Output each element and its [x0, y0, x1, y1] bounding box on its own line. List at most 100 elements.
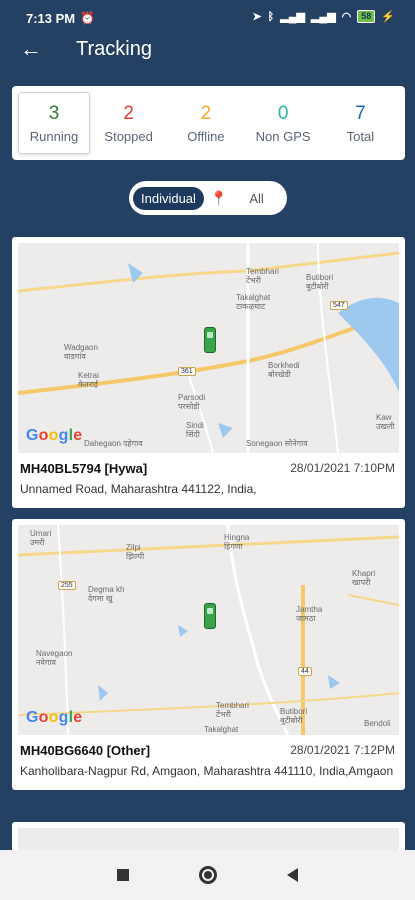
vehicle-datetime: 28/01/2021 7:10PM	[290, 461, 395, 475]
place-label: Hingna	[224, 533, 250, 542]
google-logo: Google	[26, 427, 82, 445]
vehicle-card[interactable]: Umari उमरी Zilpi झिल्पी Hingna हिंगणा Khapr…	[12, 519, 405, 790]
stat-running-count: 3	[48, 102, 60, 124]
view-toggle: Individual 📍 All	[129, 181, 287, 215]
signal-icon: ▂▄▆	[280, 11, 305, 23]
place-label: परसोडी	[178, 402, 200, 411]
place-label: बोरखेडी	[268, 370, 291, 379]
back-icon[interactable]	[287, 868, 298, 882]
stat-running-label: Running	[29, 128, 79, 144]
highway-shield: 44	[298, 667, 312, 676]
vehicle-datetime: 28/01/2021 7:12PM	[290, 743, 395, 757]
logo-letter: G	[26, 709, 39, 726]
vehicle-status-summary: 3 Running 2 Stopped 2 Offline 0 Non GPS …	[12, 86, 405, 160]
vehicle-map[interactable]	[18, 828, 399, 850]
place-label: सिंदी	[186, 430, 200, 439]
logo-letter: e	[73, 709, 83, 726]
vehicle-map[interactable]: Tembhari टेंभरी Butibori बुटीबोरी Takalgha…	[18, 243, 399, 453]
place-label: दहेगाव	[123, 439, 143, 448]
logo-letter: e	[73, 427, 83, 444]
stat-non-gps[interactable]: 0 Non GPS	[245, 92, 322, 154]
highway-shield: 361	[178, 367, 196, 376]
recents-icon[interactable]	[117, 869, 129, 881]
vehicle-card[interactable]: Tembhari टेंभरी Butibori बुटीबोरी Takalgha…	[12, 237, 405, 508]
vehicle-marker[interactable]	[204, 327, 216, 353]
stat-stopped-count: 2	[123, 102, 134, 124]
place-label: Tembhari	[216, 701, 249, 710]
location-icon: ➤	[252, 11, 262, 23]
stat-total-count: 7	[355, 102, 366, 124]
logo-letter: g	[58, 709, 69, 726]
status-bar: 7:13 PM ⏰ ➤ ᛒ ▂▄▆ ▂▄▆ ◠ 58 ⚡	[0, 0, 415, 34]
stat-offline[interactable]: 2 Offline	[167, 92, 244, 154]
map-pin-icon: 📍	[209, 189, 228, 206]
place-label: Navegaon	[36, 649, 73, 658]
app-bar: ← Tracking	[0, 34, 415, 66]
place-label: Jamtha जामठा	[296, 605, 322, 623]
place-label: Ketrai केतराई	[78, 371, 99, 389]
place-label: Borkhedi	[268, 361, 300, 370]
place-label: वाडगांव	[64, 352, 86, 361]
place-label: Takalghat	[236, 293, 271, 302]
place-label: Zilpi झिल्पी	[126, 543, 144, 561]
vehicle-marker[interactable]	[204, 603, 216, 629]
place-label: टाकळघाट	[236, 302, 266, 311]
place-label: Butibori बुटीबोरी	[280, 707, 307, 725]
toggle-all[interactable]: All	[249, 191, 263, 206]
signal-icon: ▂▄▆	[310, 11, 336, 23]
stat-offline-count: 2	[200, 102, 212, 124]
place-label: Sonegaon	[246, 439, 283, 448]
stat-running[interactable]: 3 Running	[18, 92, 90, 154]
status-icons: ➤ ᛒ ▂▄▆ ▂▄▆ ◠ 58 ⚡	[252, 10, 395, 23]
place-label: Wadgaon वाडगांव	[64, 343, 98, 361]
home-icon[interactable]	[199, 866, 217, 884]
place-label: Hingna हिंगणा	[224, 533, 249, 551]
place-label: Butibori बुटीबोरी	[306, 273, 333, 291]
place-label: Wadgaon	[64, 343, 98, 352]
place-label: टेंभरी	[216, 710, 231, 719]
place-label: Khapri	[352, 569, 376, 578]
place-label: Tembhari टेंभरी	[246, 267, 279, 285]
toggle-individual[interactable]: Individual	[133, 186, 204, 210]
highway-shield: 255	[58, 581, 76, 590]
logo-letter: G	[26, 427, 39, 444]
place-label: Khapri खापरी	[352, 569, 375, 587]
place-label: Tembhari टेंभरी	[216, 701, 249, 719]
place-label: Jamtha	[296, 605, 323, 614]
place-label: देगमा खु	[88, 594, 113, 603]
stat-non-gps-label: Non GPS	[255, 128, 311, 144]
stat-stopped-label: Stopped	[104, 128, 153, 144]
charging-icon: ⚡	[381, 11, 395, 23]
place-label: जामठा	[296, 614, 316, 623]
place-label: Parsodi परसोडी	[178, 393, 205, 411]
place-label: Kaw उखली	[376, 413, 394, 431]
vehicle-map[interactable]: Umari उमरी Zilpi झिल्पी Hingna हिंगणा Khapr…	[18, 525, 399, 735]
vehicle-info: MH40BL5794 [Hywa] 28/01/2021 7:10PM Unna…	[18, 453, 399, 502]
highway-shield: 547	[330, 301, 348, 310]
place-label: बुटीबोरी	[280, 716, 303, 725]
page-title: Tracking	[76, 38, 152, 60]
place-label: खापरी	[352, 578, 371, 587]
bluetooth-icon: ᛒ	[267, 10, 275, 23]
logo-letter: g	[58, 427, 69, 444]
logo-letter: o	[38, 709, 49, 726]
place-label: Butibori	[280, 707, 308, 716]
place-label: हिंगणा	[224, 542, 243, 551]
place-label: टेंभरी	[246, 276, 261, 285]
place-label: Umari	[30, 529, 52, 538]
vehicle-address: Unnamed Road, Maharashtra 441122, India,	[20, 482, 257, 496]
alarm-off-icon: ⏰	[80, 11, 95, 25]
place-label: Umari उमरी	[30, 529, 51, 547]
place-label: Sindi सिंदी	[186, 421, 204, 439]
place-label: Zilpi	[126, 543, 141, 552]
vehicle-card[interactable]	[12, 822, 405, 850]
place-label: Degma kh देगमा खु	[88, 585, 124, 603]
stat-non-gps-count: 0	[277, 102, 289, 124]
place-label: Sindi	[186, 421, 204, 430]
place-label: Takalghat टाकळघाट	[236, 293, 270, 311]
arrow-left-icon[interactable]: ←	[20, 36, 42, 62]
stat-total[interactable]: 7 Total	[322, 92, 399, 154]
place-label: Tembhari	[246, 267, 279, 276]
place-label: नवेगाव	[36, 658, 56, 667]
stat-stopped[interactable]: 2 Stopped	[90, 92, 167, 154]
